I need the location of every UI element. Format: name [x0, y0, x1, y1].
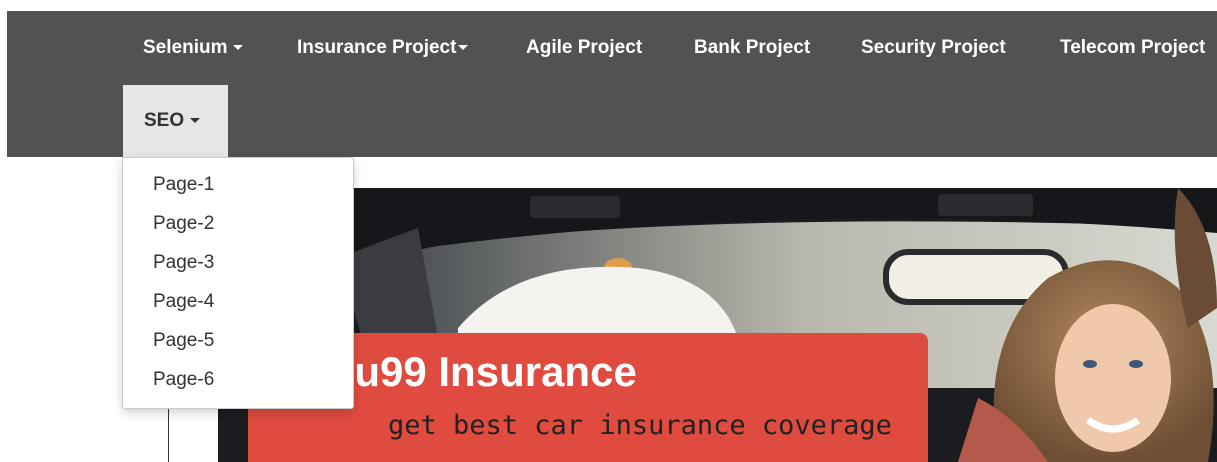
- nav-item-security-project[interactable]: Security Project: [861, 36, 1006, 60]
- dropdown-item-page-4[interactable]: Page-4: [153, 290, 214, 314]
- divider-line: [168, 400, 169, 462]
- nav-item-bank-project[interactable]: Bank Project: [694, 36, 810, 60]
- nav-item-seo[interactable]: SEO: [123, 85, 228, 158]
- nav-item-telecom-project[interactable]: Telecom Project: [1060, 36, 1205, 60]
- dropdown-item-page-2[interactable]: Page-2: [153, 212, 214, 236]
- nav-item-label: Agile Project: [526, 37, 643, 58]
- caret-down-icon: [190, 118, 201, 124]
- caret-down-icon: [233, 45, 244, 51]
- nav-item-label: Selenium: [143, 37, 228, 58]
- nav-item-label: SEO: [144, 110, 185, 131]
- caret-down-icon: [458, 45, 469, 51]
- nav-item-label: Bank Project: [694, 37, 811, 58]
- nav-item-label: Insurance Project: [297, 37, 457, 58]
- dropdown-item-page-5[interactable]: Page-5: [153, 329, 214, 353]
- dropdown-item-page-6[interactable]: Page-6: [153, 368, 214, 392]
- nav-item-seo-toggle[interactable]: SEO: [144, 109, 201, 133]
- nav-item-label: Security Project: [861, 37, 1006, 58]
- nav-item-selenium[interactable]: Selenium: [143, 36, 244, 60]
- hero-banner-image: ru99 Insurance get best car insurance co…: [218, 188, 1217, 462]
- hero-subtitle: get best car insurance coverage: [388, 410, 892, 441]
- hero-title: ru99 Insurance: [338, 348, 637, 395]
- nav-item-agile-project[interactable]: Agile Project: [526, 36, 642, 60]
- seo-dropdown-menu: Page-1 Page-2 Page-3 Page-4 Page-5 Page-…: [122, 157, 354, 409]
- dropdown-item-page-3[interactable]: Page-3: [153, 251, 214, 275]
- dropdown-item-page-1[interactable]: Page-1: [153, 173, 214, 197]
- nav-item-insurance-project[interactable]: Insurance Project: [297, 36, 469, 60]
- nav-item-label: Telecom Project: [1060, 37, 1206, 58]
